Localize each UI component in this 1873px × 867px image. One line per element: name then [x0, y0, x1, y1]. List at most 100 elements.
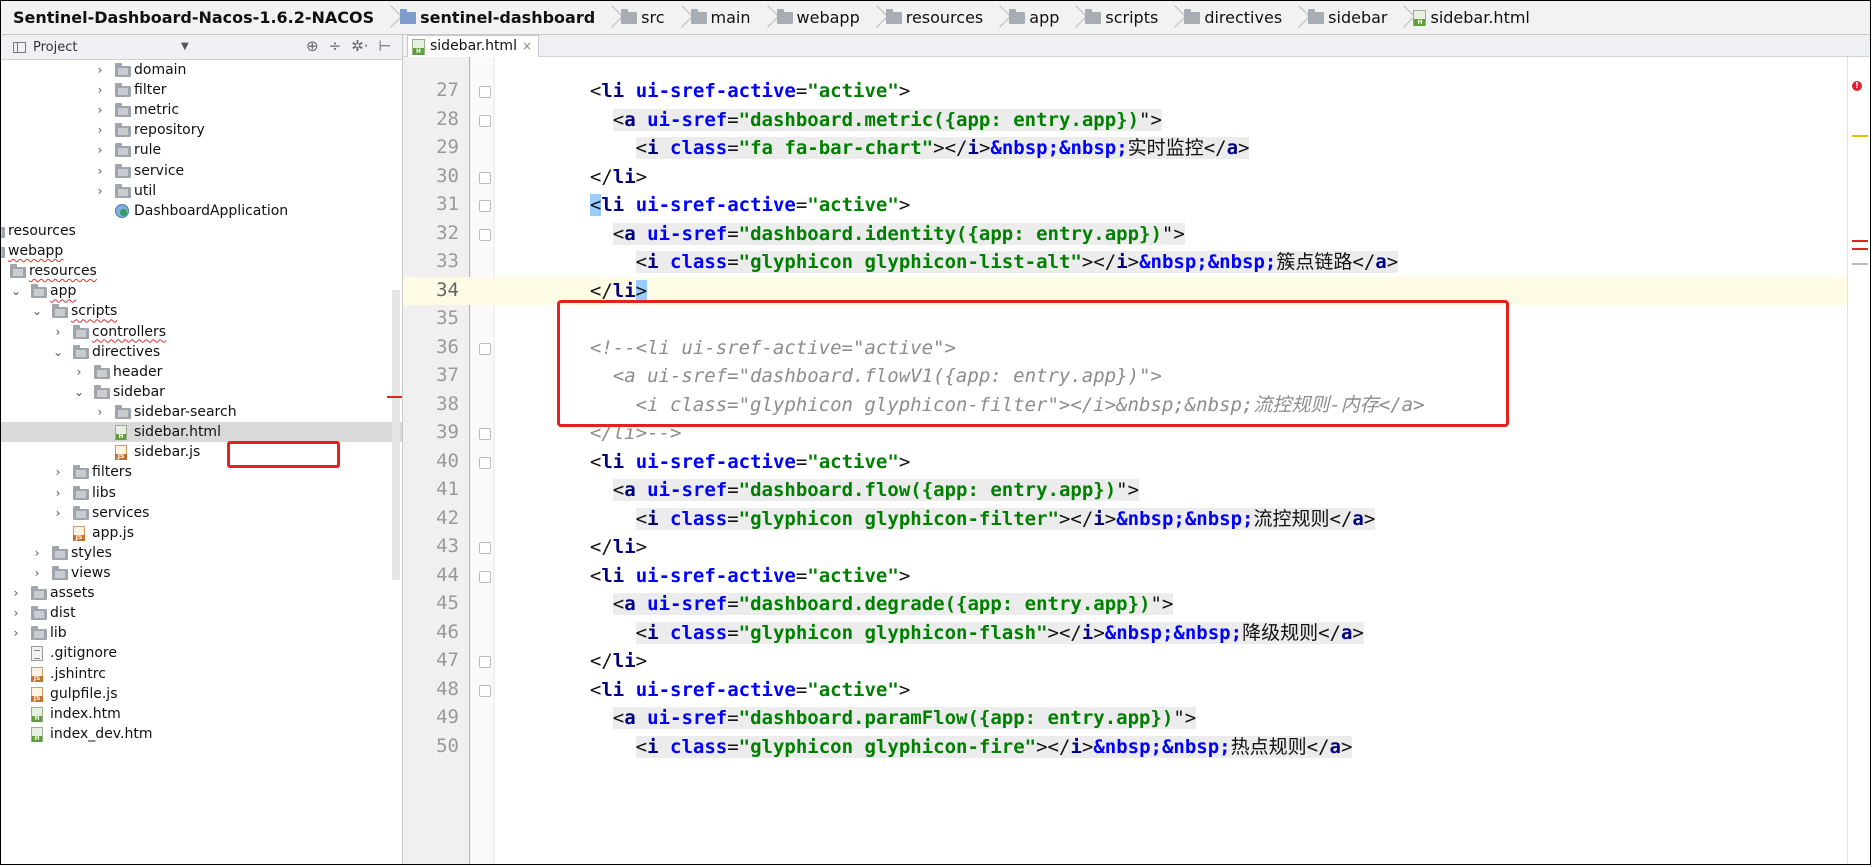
project-scrollbar[interactable]	[392, 290, 400, 580]
chevron-right-icon[interactable]: ›	[52, 462, 64, 482]
code-line[interactable]: </li>	[567, 163, 647, 191]
tree-item[interactable]: › assets	[1, 583, 402, 603]
code-line[interactable]: <i class="glyphicon glyphicon-fire"></i>…	[567, 733, 1353, 761]
tree-item[interactable]: › lib	[1, 623, 402, 643]
breadcrumb-item[interactable]: sidebar.html	[1403, 1, 1533, 34]
fold-marker-icon[interactable]	[479, 428, 491, 440]
tree-item[interactable]: › filter	[1, 80, 402, 100]
error-marker[interactable]	[1852, 240, 1868, 242]
tree-item[interactable]: › libs	[1, 483, 402, 503]
chevron-right-icon[interactable]: ›	[31, 543, 43, 563]
breadcrumb-item[interactable]: resources	[876, 1, 988, 34]
chevron-down-icon[interactable]: ⌄	[73, 382, 85, 402]
tree-item[interactable]: sidebar.html	[1, 422, 402, 443]
code-line[interactable]: <i class="glyphicon glyphicon-flash"></i…	[567, 619, 1364, 647]
tree-item[interactable]: › dist	[1, 603, 402, 623]
breadcrumb-item[interactable]: sentinel-dashboard	[390, 1, 599, 34]
collapse-all-icon[interactable]: ÷	[329, 37, 342, 55]
chevron-right-icon[interactable]: ›	[10, 623, 22, 643]
fold-marker-icon[interactable]	[479, 542, 491, 554]
fold-marker-icon[interactable]	[479, 456, 491, 469]
code-line[interactable]: <a ui-sref="dashboard.metric({app: entry…	[567, 106, 1162, 134]
tree-item[interactable]: ⌄ app	[1, 281, 402, 301]
chevron-right-icon[interactable]: ›	[52, 322, 64, 342]
chevron-down-icon[interactable]: ⌄	[52, 342, 64, 362]
fold-marker-icon[interactable]	[479, 656, 491, 668]
code-line[interactable]: <a ui-sref="dashboard.paramFlow({app: en…	[567, 704, 1197, 732]
chevron-down-icon[interactable]: ⌄	[31, 301, 43, 321]
tree-item[interactable]: .gitignore	[1, 643, 402, 663]
breadcrumb-item[interactable]: app	[999, 1, 1063, 34]
tree-item[interactable]: › service	[1, 161, 402, 181]
tree-item[interactable]: ⌄webapp	[1, 241, 402, 261]
error-stripe[interactable]: !	[1847, 57, 1870, 864]
chevron-down-icon[interactable]: ⌄	[10, 281, 22, 301]
project-panel-title[interactable]: Project	[33, 40, 77, 55]
code-line[interactable]: <a ui-sref="dashboard.flow({app: entry.a…	[567, 476, 1140, 504]
code-line[interactable]: <li ui-sref-active="active">	[567, 676, 910, 704]
chevron-right-icon[interactable]: ›	[94, 181, 106, 201]
tree-item[interactable]: app.js	[1, 523, 402, 543]
chevron-right-icon[interactable]: ›	[94, 80, 106, 100]
chevron-down-icon[interactable]: ▼	[181, 41, 189, 52]
chevron-right-icon[interactable]: ›	[10, 603, 22, 623]
breadcrumb-item[interactable]: directives	[1174, 1, 1286, 34]
chevron-right-icon[interactable]: ›	[94, 402, 106, 422]
code-line[interactable]: <a ui-sref="dashboard.degrade({app: entr…	[567, 590, 1174, 618]
close-icon[interactable]: ×	[522, 36, 532, 57]
fold-marker-icon[interactable]	[479, 86, 491, 98]
chevron-right-icon[interactable]: ›	[94, 100, 106, 120]
fold-marker-icon[interactable]	[479, 200, 491, 212]
tree-item[interactable]: sidebar.js	[1, 442, 402, 462]
code-line[interactable]: <li ui-sref-active="active">	[567, 77, 910, 105]
code-area[interactable]: 27 <li ui-sref-active="active"> 28 <a ui-…	[403, 57, 1870, 864]
chevron-right-icon[interactable]: ›	[94, 161, 106, 181]
tree-item[interactable]: ⌄ directives	[1, 342, 402, 362]
chevron-right-icon[interactable]: ›	[94, 120, 106, 140]
warning-marker[interactable]	[1852, 135, 1868, 137]
fold-marker-icon[interactable]	[479, 114, 491, 127]
tree-item[interactable]: ⌄ sidebar	[1, 382, 402, 402]
tree-item[interactable]: gulpfile.js	[1, 684, 402, 704]
code-line[interactable]: <li ui-sref-active="active">	[567, 562, 910, 590]
fold-marker-icon[interactable]	[479, 684, 491, 697]
tree-item[interactable]: › services	[1, 503, 402, 523]
tree-item[interactable]: › domain	[1, 60, 402, 80]
fold-marker-icon[interactable]	[479, 342, 491, 355]
fold-marker-icon[interactable]	[479, 228, 491, 241]
hide-panel-icon[interactable]: ⊢	[379, 37, 392, 55]
tree-item[interactable]: › views	[1, 563, 402, 583]
info-marker[interactable]	[1852, 263, 1868, 265]
settings-gear-icon[interactable]: ✲·	[351, 37, 368, 55]
tree-item[interactable]: › header	[1, 362, 402, 382]
tab-sidebar-html[interactable]: sidebar.html ×	[407, 35, 540, 57]
tree-item[interactable]: ›resources	[1, 221, 402, 241]
chevron-right-icon[interactable]: ›	[73, 362, 85, 382]
error-indicator-icon[interactable]: !	[1852, 81, 1862, 91]
tree-item[interactable]: › controllers	[1, 322, 402, 342]
tree-item[interactable]: › styles	[1, 543, 402, 563]
breadcrumb-item[interactable]: src	[611, 1, 668, 34]
tree-item[interactable]: DashboardApplication	[1, 201, 402, 221]
code-line[interactable]: <i class="glyphicon glyphicon-list-alt">…	[567, 248, 1399, 276]
code-line[interactable]: <li ui-sref-active="active">	[567, 448, 910, 476]
breadcrumb-item[interactable]: webapp	[767, 1, 864, 34]
tree-item[interactable]: .jshintrc	[1, 664, 402, 684]
breadcrumb-item[interactable]: scripts	[1075, 1, 1162, 34]
code-line[interactable]: </li>	[567, 647, 647, 675]
code-line[interactable]: <a ui-sref="dashboard.identity({app: ent…	[567, 220, 1185, 248]
chevron-right-icon[interactable]: ›	[94, 140, 106, 160]
chevron-right-icon[interactable]: ›	[31, 563, 43, 583]
code-line[interactable]: <li ui-sref-active="active">	[567, 191, 910, 219]
chevron-right-icon[interactable]: ›	[10, 583, 22, 603]
tree-item[interactable]: › rule	[1, 140, 402, 160]
breadcrumb-item[interactable]: sidebar	[1298, 1, 1391, 34]
chevron-right-icon[interactable]: ›	[94, 60, 106, 80]
locate-file-icon[interactable]: ⊕	[306, 37, 319, 55]
tree-item[interactable]: ⌄ scripts	[1, 301, 402, 321]
chevron-right-icon[interactable]: ›	[52, 503, 64, 523]
tree-item[interactable]: › filters	[1, 462, 402, 482]
tree-item[interactable]: index_dev.htm	[1, 724, 402, 744]
tree-item[interactable]: › sidebar-search	[1, 402, 402, 422]
code-line[interactable]: <i class="fa fa-bar-chart"></i>&nbsp;&nb…	[567, 134, 1250, 162]
